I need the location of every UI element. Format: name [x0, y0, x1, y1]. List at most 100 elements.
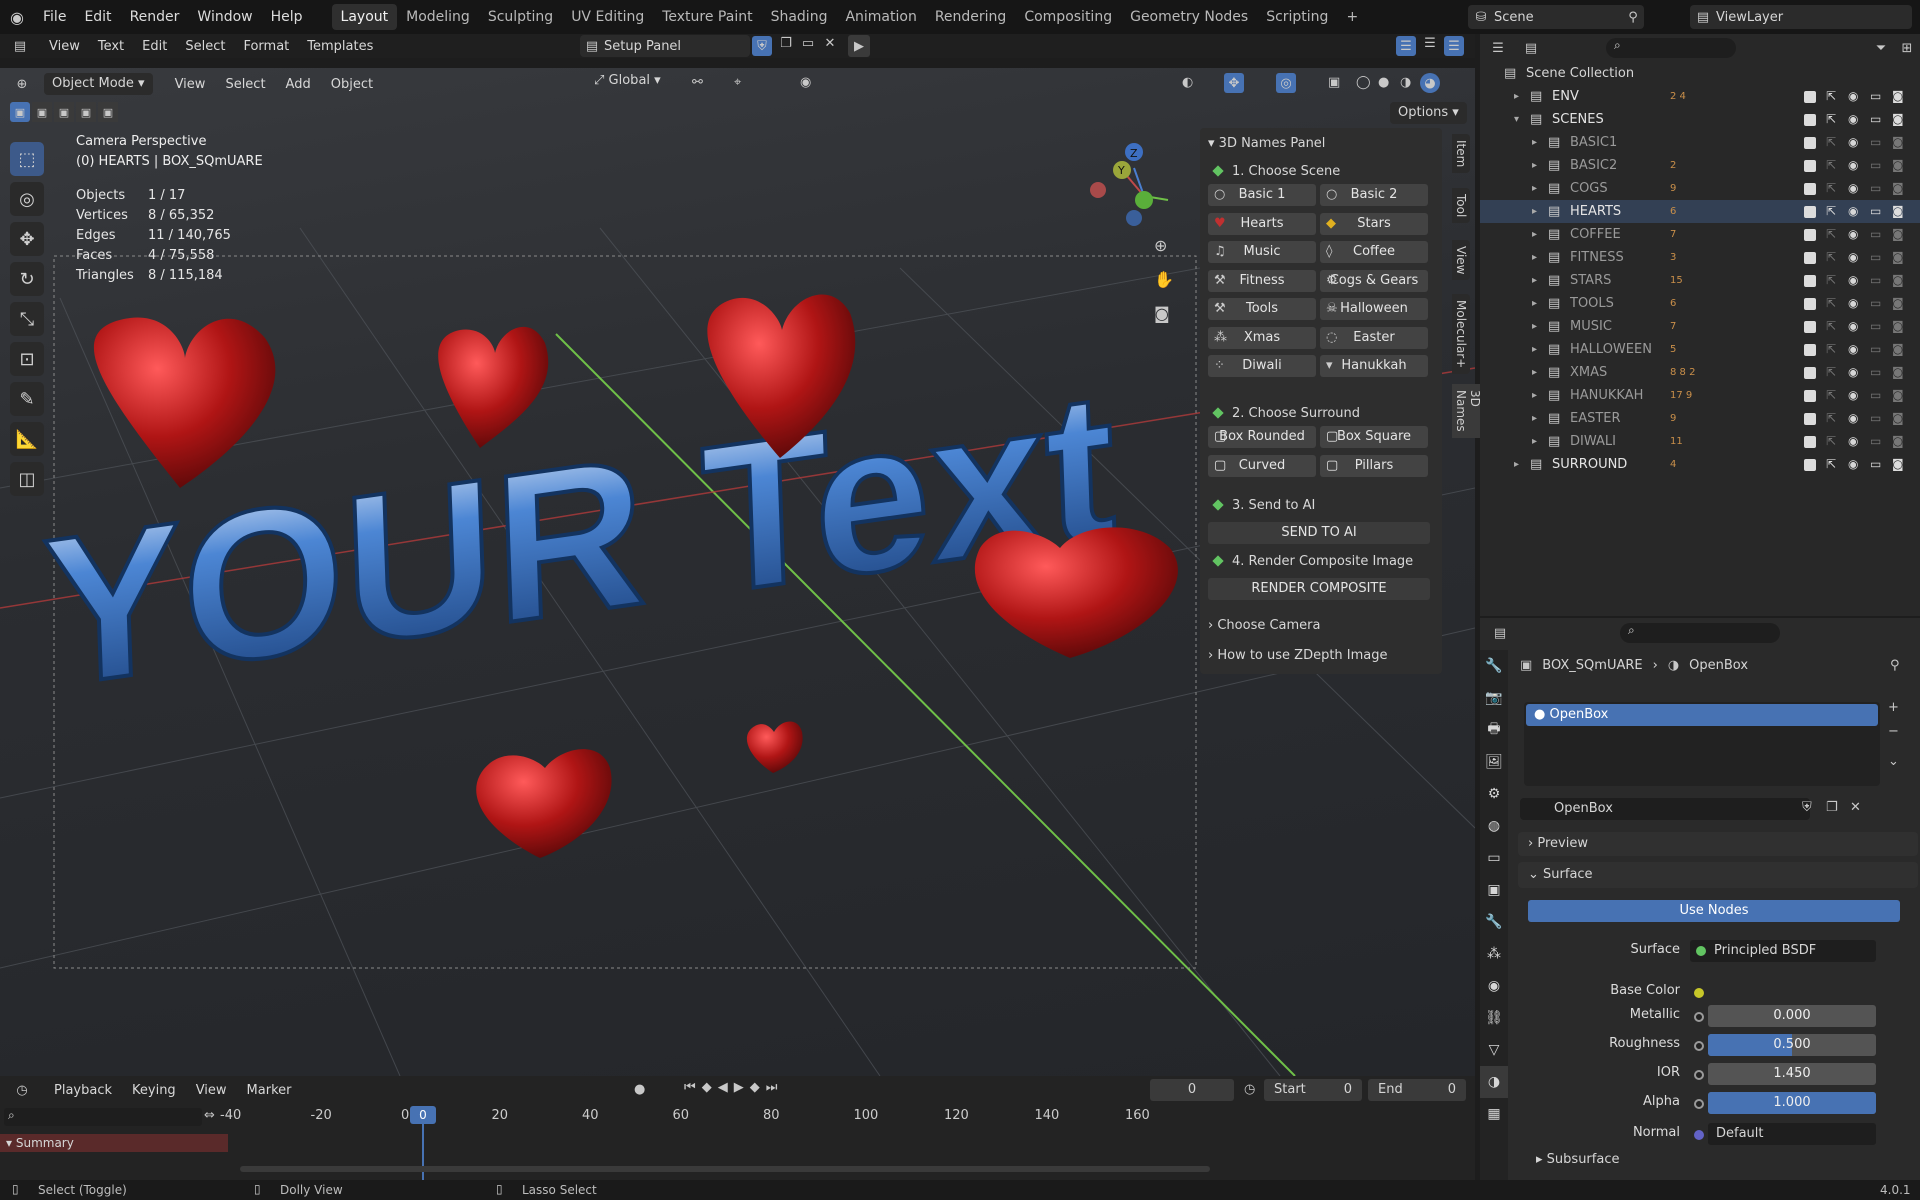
- outliner-row-basic2[interactable]: ▸ ▤ BASIC2 2 ⇱ ◉ ▭ ◙: [1480, 154, 1920, 177]
- scene-collection-row[interactable]: ▤ Scene Collection: [1480, 62, 1920, 85]
- text-menu-view[interactable]: View: [49, 39, 80, 54]
- viewport-disable-icon[interactable]: ▭: [1870, 315, 1881, 338]
- selectable-icon[interactable]: ⇱: [1826, 361, 1836, 384]
- collapsed-arrow-icon[interactable]: ▸: [1514, 85, 1519, 108]
- select-subtract-icon[interactable]: ▣: [54, 102, 74, 122]
- pin-icon[interactable]: ⚲: [1890, 658, 1900, 673]
- render-camera-icon[interactable]: ◙: [1892, 407, 1904, 430]
- exclude-checkbox[interactable]: [1804, 91, 1816, 103]
- eye-icon[interactable]: ◉: [1848, 85, 1858, 108]
- eye-icon[interactable]: ◉: [1848, 361, 1858, 384]
- selectable-icon[interactable]: ⇱: [1826, 223, 1836, 246]
- unlink-material-icon[interactable]: ✕: [1850, 800, 1861, 815]
- selectable-icon[interactable]: ⇱: [1826, 430, 1836, 453]
- outliner-row-hearts[interactable]: ▸ ▤ HEARTS 6 ⇱ ◉ ▭ ◙: [1480, 200, 1920, 223]
- outliner-row-halloween[interactable]: ▸ ▤ HALLOWEEN 5 ⇱ ◉ ▭ ◙: [1480, 338, 1920, 361]
- scale-tool[interactable]: ⤡: [10, 302, 44, 336]
- new-collection-icon[interactable]: ⊞: [1894, 41, 1920, 56]
- exclude-checkbox[interactable]: [1804, 275, 1816, 287]
- viewport-disable-icon[interactable]: ▭: [1870, 361, 1881, 384]
- material-tab-icon[interactable]: ◑: [1480, 1066, 1508, 1098]
- solid-shading-icon[interactable]: ●: [1378, 75, 1389, 90]
- jump-end-icon[interactable]: ⏭: [766, 1080, 778, 1095]
- send-to-ai-button[interactable]: SEND TO AI: [1208, 522, 1430, 544]
- exclude-checkbox[interactable]: [1804, 298, 1816, 310]
- timeline-menu-view[interactable]: View: [196, 1083, 227, 1098]
- render-camera-icon[interactable]: ◙: [1892, 246, 1904, 269]
- duplicate-icon[interactable]: ❐: [776, 36, 796, 51]
- outliner-row-cogs[interactable]: ▸ ▤ COGS 9 ⇱ ◉ ▭ ◙: [1480, 177, 1920, 200]
- selectable-icon[interactable]: ⇱: [1826, 108, 1836, 131]
- sidebar-tab-tool[interactable]: Tool: [1452, 188, 1470, 224]
- exclude-checkbox[interactable]: [1804, 413, 1816, 425]
- playhead[interactable]: 0: [410, 1106, 436, 1124]
- render-camera-icon[interactable]: ◙: [1892, 85, 1904, 108]
- physics-tab-icon[interactable]: ◉: [1480, 970, 1508, 1002]
- render-camera-icon[interactable]: ◙: [1892, 384, 1904, 407]
- render-camera-icon[interactable]: ◙: [1892, 108, 1904, 131]
- outliner-row-xmas[interactable]: ▸ ▤ XMAS 8 8 2 ⇱ ◉ ▭ ◙: [1480, 361, 1920, 384]
- material-slots-list[interactable]: ● OpenBox: [1524, 702, 1880, 786]
- orientation-selector[interactable]: ⤢ Global ▾: [594, 73, 661, 88]
- sidebar-tab-item[interactable]: Item: [1452, 134, 1470, 174]
- folder-icon[interactable]: ▭: [798, 36, 818, 51]
- play-reverse-icon[interactable]: ◀: [718, 1080, 728, 1095]
- menu-edit[interactable]: Edit: [75, 0, 120, 34]
- text-menu-select[interactable]: Select: [185, 39, 225, 54]
- outliner-row-easter[interactable]: ▸ ▤ EASTER 9 ⇱ ◉ ▭ ◙: [1480, 407, 1920, 430]
- render-camera-icon[interactable]: ◙: [1892, 200, 1904, 223]
- word-wrap-icon[interactable]: ☰: [1420, 36, 1440, 51]
- eye-icon[interactable]: ◉: [1848, 154, 1858, 177]
- expanded-arrow-icon[interactable]: ▾: [1514, 108, 1519, 131]
- render-camera-icon[interactable]: ◙: [1892, 177, 1904, 200]
- render-camera-icon[interactable]: ◙: [1892, 338, 1904, 361]
- proportional-icon[interactable]: ◉: [800, 75, 811, 90]
- collapsed-arrow-icon[interactable]: ▸: [1532, 177, 1537, 200]
- material-shading-icon[interactable]: ◑: [1400, 75, 1411, 90]
- viewport-disable-icon[interactable]: ▭: [1870, 338, 1881, 361]
- syntax-icon[interactable]: ☰: [1444, 36, 1464, 56]
- use-nodes-button[interactable]: Use Nodes: [1528, 900, 1900, 922]
- eye-icon[interactable]: ◉: [1848, 430, 1858, 453]
- summary-row[interactable]: ▾ Summary: [0, 1134, 228, 1152]
- viewport-menu-add[interactable]: Add: [286, 77, 311, 92]
- scene-button-xmas[interactable]: ⁂ Xmas: [1208, 326, 1316, 349]
- scene-button-diwali[interactable]: ⁘ Diwali: [1208, 355, 1316, 377]
- editor-type-icon[interactable]: ▤: [0, 39, 40, 54]
- current-frame-field[interactable]: 0: [1150, 1079, 1234, 1101]
- selectable-icon[interactable]: ⇱: [1826, 292, 1836, 315]
- duplicate-material-icon[interactable]: ❐: [1826, 800, 1838, 815]
- pan-hand-icon[interactable]: ✋: [1154, 270, 1174, 289]
- timeline-menu-keying[interactable]: Keying: [132, 1083, 176, 1098]
- options-button[interactable]: Options ▾: [1390, 102, 1467, 124]
- outliner-row-surround[interactable]: ▸ ▤ SURROUND 4 ⇱ ◉ ▭ ◙: [1480, 453, 1920, 476]
- scene-button-basic-1[interactable]: ○ Basic 1: [1208, 184, 1316, 206]
- eye-icon[interactable]: ◉: [1848, 131, 1858, 154]
- scene-button-stars[interactable]: ◆ Stars: [1320, 212, 1428, 235]
- collapsed-arrow-icon[interactable]: ▸: [1532, 246, 1537, 269]
- timeline-ruler[interactable]: -40 -20 0 20 40 60 80 100 120 140 160: [220, 1106, 1220, 1126]
- start-frame-field[interactable]: Start 0: [1264, 1079, 1362, 1101]
- scene-button-basic-2[interactable]: ○ Basic 2: [1320, 184, 1428, 206]
- select-extend-icon[interactable]: ▣: [32, 102, 52, 122]
- exclude-checkbox[interactable]: [1804, 390, 1816, 402]
- move-tool[interactable]: ✥: [10, 222, 44, 256]
- outliner-row-scenes[interactable]: ▾ ▤ SCENES ⇱ ◉ ▭ ◙: [1480, 108, 1920, 131]
- collection-tab-icon[interactable]: ▭: [1480, 842, 1508, 874]
- world-tab-icon[interactable]: ◍: [1480, 810, 1508, 842]
- timeline-menu-marker[interactable]: Marker: [247, 1083, 292, 1098]
- sidebar-tab-molecular-[interactable]: Molecular+: [1452, 294, 1470, 375]
- tab-layout[interactable]: Layout: [331, 4, 398, 30]
- autokey-icon[interactable]: ●: [634, 1082, 645, 1097]
- eye-icon[interactable]: ◉: [1848, 453, 1858, 476]
- swap-icon[interactable]: ⇔: [204, 1108, 215, 1123]
- modifier-tab-icon[interactable]: 🔧: [1480, 906, 1508, 938]
- collapsed-arrow-icon[interactable]: ▸: [1532, 269, 1537, 292]
- scene-button-fitness[interactable]: ⚒ Fitness: [1208, 269, 1316, 292]
- timeline-search[interactable]: ⌕: [4, 1108, 202, 1126]
- snap-icon[interactable]: ⌖: [734, 75, 741, 90]
- viewport-menu-view[interactable]: View: [175, 77, 206, 92]
- menu-file[interactable]: File: [34, 0, 75, 34]
- surround-button-pillars[interactable]: ▢ Pillars: [1320, 455, 1428, 477]
- object-tab-icon[interactable]: ▣: [1480, 874, 1508, 906]
